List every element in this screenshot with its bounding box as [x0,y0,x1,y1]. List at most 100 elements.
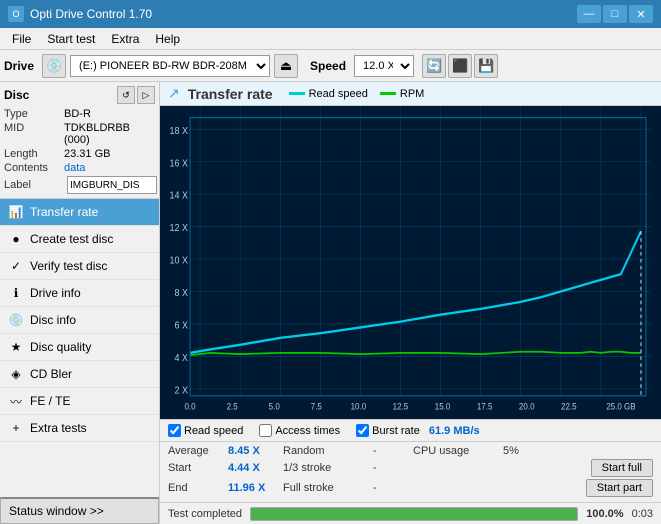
stats-row-2: Start 4.44 X 1/3 stroke - Start full [168,459,653,477]
svg-text:16 X: 16 X [170,158,189,170]
progress-bar-fill [251,508,577,520]
start-full-button[interactable]: Start full [591,459,653,477]
drive-info-icon: ℹ [8,285,24,301]
nav-extra-tests-label: Extra tests [30,421,87,435]
nav-drive-info-label: Drive info [30,286,81,300]
disc-icon-1[interactable]: ↺ [117,86,135,104]
read-speed-checkbox[interactable] [168,424,181,437]
disc-panel: Disc ↺ ▷ Type BD-R MID TDKBLDRBB (000) L… [0,82,159,199]
chart-svg: 18 X 16 X 14 X 12 X 10 X 8 X 6 X 4 X 2 X… [160,106,661,419]
svg-text:12 X: 12 X [170,223,189,235]
settings-button[interactable]: ⬛ [448,54,472,78]
drive-bar: Drive 💿 (E:) PIONEER BD-RW BDR-208M 1.50… [0,50,661,82]
cd-bler-icon: ◈ [8,366,24,382]
length-label: Length [4,148,64,160]
mid-value: TDKBLDRBB (000) [64,122,155,146]
menu-extra[interactable]: Extra [103,30,147,48]
average-label: Average [168,445,228,457]
start-value: 4.44 X [228,462,283,474]
title-bar: O Opti Drive Control 1.70 — □ ✕ [0,0,661,28]
burst-rate-checkbox-label[interactable]: Burst rate 61.9 MB/s [356,424,480,437]
nav-disc-info-label: Disc info [30,313,76,327]
progress-percent: 100.0% [586,508,623,520]
menu-start-test[interactable]: Start test [39,30,103,48]
sidebar: Disc ↺ ▷ Type BD-R MID TDKBLDRBB (000) L… [0,82,160,524]
svg-text:20.0: 20.0 [519,401,535,412]
svg-text:6 X: 6 X [175,320,189,332]
eject-button[interactable]: ⏏ [274,54,298,78]
rpm-legend-label: RPM [400,88,424,100]
drive-label: Drive [4,59,34,73]
nav-verify-test-disc-label: Verify test disc [30,259,107,273]
full-stroke-label: Full stroke [283,482,373,494]
read-speed-legend-label: Read speed [309,88,368,100]
chart-title-icon: ↗ [168,85,180,102]
stats-area: Average 8.45 X Random - CPU usage 5% Sta… [160,441,661,502]
chart-title: Transfer rate [188,86,273,102]
disc-icon-2[interactable]: ▷ [137,86,155,104]
svg-text:4 X: 4 X [175,352,189,364]
refresh-button[interactable]: 🔄 [422,54,446,78]
save-button[interactable]: 💾 [474,54,498,78]
status-window-label: Status window >> [9,504,104,518]
stats-row-1: Average 8.45 X Random - CPU usage 5% [168,445,653,457]
nav-create-test-disc[interactable]: ● Create test disc [0,226,159,253]
svg-text:10 X: 10 X [170,255,189,267]
average-value: 8.45 X [228,445,283,457]
nav-drive-info[interactable]: ℹ Drive info [0,280,159,307]
menu-file[interactable]: File [4,30,39,48]
cpu-usage-value: 5% [503,445,563,457]
disc-info-icon: 💿 [8,312,24,328]
access-times-checkbox-label[interactable]: Access times [259,424,340,437]
access-times-checkbox[interactable] [259,424,272,437]
nav-disc-quality[interactable]: ★ Disc quality [0,334,159,361]
verify-test-disc-icon: ✓ [8,258,24,274]
stroke-1-value: - [373,462,413,474]
chart-legend: Read speed RPM [289,88,425,100]
nav-extra-tests[interactable]: + Extra tests [0,415,159,442]
svg-text:10.0: 10.0 [351,401,367,412]
svg-text:8 X: 8 X [175,288,189,300]
create-test-disc-icon: ● [8,231,24,247]
app-title: Opti Drive Control 1.70 [30,7,152,21]
nav-transfer-rate[interactable]: 📊 Transfer rate [0,199,159,226]
stats-row-3: End 11.96 X Full stroke - Start part [168,479,653,497]
start-label: Start [168,462,228,474]
burst-rate-checkbox-text: Burst rate [372,425,420,437]
contents-value[interactable]: data [64,162,85,174]
nav-verify-test-disc[interactable]: ✓ Verify test disc [0,253,159,280]
type-value: BD-R [64,108,91,120]
menu-help[interactable]: Help [147,30,188,48]
svg-text:22.5: 22.5 [561,401,577,412]
svg-text:2.5: 2.5 [227,401,238,412]
read-speed-legend-color [289,92,305,95]
label-label: Label [4,179,64,191]
drive-select[interactable]: (E:) PIONEER BD-RW BDR-208M 1.50 [70,55,270,77]
svg-text:0.0: 0.0 [184,401,195,412]
nav-create-test-disc-label: Create test disc [30,232,113,246]
app-icon: O [8,6,24,22]
maximize-button[interactable]: □ [603,5,627,23]
svg-text:25.0 GB: 25.0 GB [606,401,636,412]
svg-text:5.0: 5.0 [269,401,280,412]
nav-cd-bler[interactable]: ◈ CD Bler [0,361,159,388]
close-button[interactable]: ✕ [629,5,653,23]
type-label: Type [4,108,64,120]
burst-rate-checkbox[interactable] [356,424,369,437]
nav-fe-te[interactable]: 〰 FE / TE [0,388,159,415]
nav-transfer-rate-label: Transfer rate [30,205,98,219]
start-part-button[interactable]: Start part [586,479,653,497]
main-area: Disc ↺ ▷ Type BD-R MID TDKBLDRBB (000) L… [0,82,661,524]
status-window-button[interactable]: Status window >> [0,497,159,524]
label-input[interactable] [67,176,157,194]
minimize-button[interactable]: — [577,5,601,23]
burst-rate-value: 61.9 MB/s [429,425,480,437]
chart-controls: Read speed Access times Burst rate 61.9 … [160,419,661,441]
end-label: End [168,482,228,494]
drive-icon: 💿 [42,54,66,78]
speed-select[interactable]: 12.0 X [354,55,414,77]
disc-title: Disc [4,88,29,102]
status-text: Test completed [168,508,242,520]
read-speed-checkbox-label[interactable]: Read speed [168,424,243,437]
nav-disc-info[interactable]: 💿 Disc info [0,307,159,334]
